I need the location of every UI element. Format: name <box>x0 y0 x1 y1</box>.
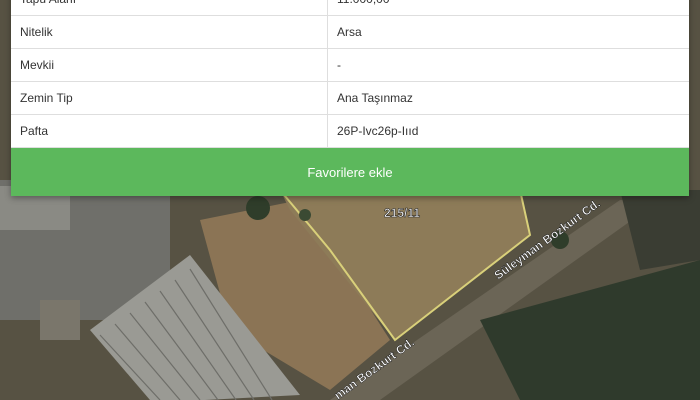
row-label: Nitelik <box>11 15 328 49</box>
map-tree <box>246 196 270 220</box>
table-row: Tapu Alanı 11.000,00 <box>11 0 689 16</box>
row-value: 11.000,00 <box>327 0 689 16</box>
parcel-info-card: Tapu Alanı 11.000,00 Nitelik Arsa Mevkii… <box>11 0 689 196</box>
row-value: Arsa <box>327 15 689 49</box>
table-row: Pafta 26P-Ivc26p-Iııd <box>11 114 689 148</box>
row-value: 26P-Ivc26p-Iııd <box>327 114 689 148</box>
add-to-favorites-button[interactable]: Favorilere ekle <box>11 148 689 196</box>
map-tree <box>299 209 311 221</box>
map-parcel-label: 215/11 <box>384 206 420 220</box>
row-label: Mevkii <box>11 48 328 82</box>
table-row: Zemin Tip Ana Taşınmaz <box>11 81 689 115</box>
row-label: Pafta <box>11 114 328 148</box>
row-value: - <box>327 48 689 82</box>
row-value: Ana Taşınmaz <box>327 81 689 115</box>
row-label: Zemin Tip <box>11 81 328 115</box>
table-row: Nitelik Arsa <box>11 15 689 49</box>
map-small-building <box>40 300 80 340</box>
row-label: Tapu Alanı <box>11 0 328 16</box>
parcel-info-table: Tapu Alanı 11.000,00 Nitelik Arsa Mevkii… <box>11 0 689 148</box>
table-row: Mevkii - <box>11 48 689 82</box>
